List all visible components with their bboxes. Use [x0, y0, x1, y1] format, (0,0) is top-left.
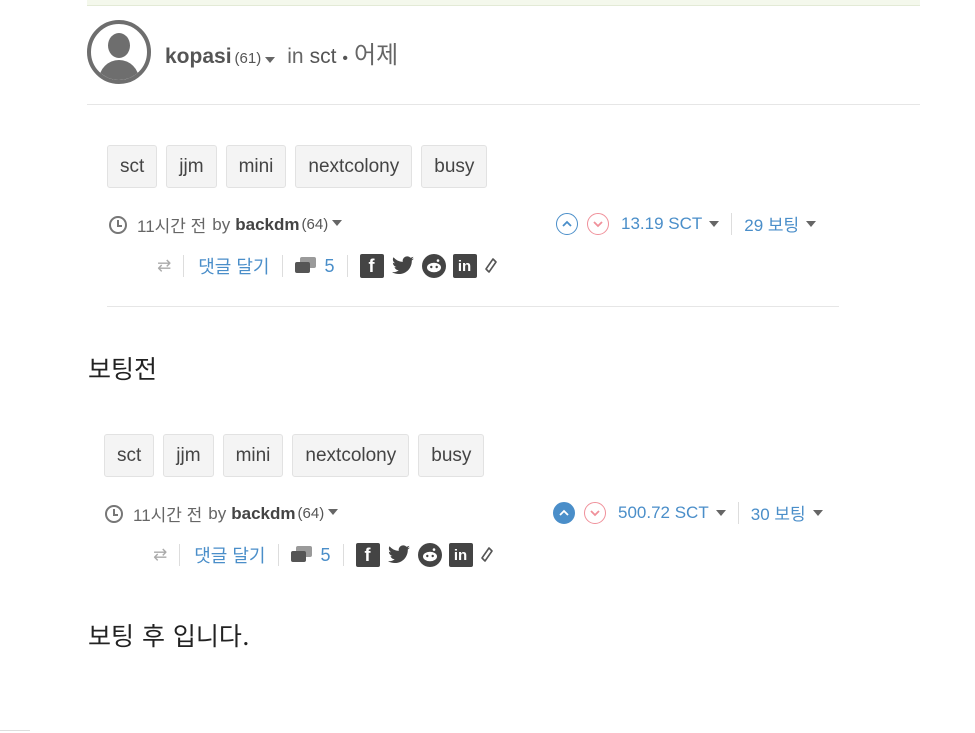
reblog-icon[interactable]: ⇄ [157, 256, 171, 276]
payout-value[interactable]: 500.72 SCT [618, 503, 709, 523]
votes-caret-icon[interactable] [806, 220, 817, 227]
post-author-caret-icon[interactable] [328, 509, 339, 515]
link-icon[interactable] [480, 545, 494, 565]
post-author-header: kopasi (61) in sct • 어제 [87, 20, 398, 84]
tag[interactable]: jjm [166, 145, 217, 188]
action-separator [346, 255, 348, 277]
payout-caret-icon[interactable] [715, 509, 726, 516]
post-meta: 11시간 전 by backdm (64) [109, 212, 348, 237]
action-separator [179, 544, 181, 566]
author-reputation: (61) [234, 49, 262, 67]
author-menu-caret-icon[interactable] [265, 56, 276, 63]
reddit-icon[interactable] [421, 254, 446, 278]
post-time: 어제 [354, 41, 399, 69]
clock-icon [109, 215, 127, 234]
action-separator [183, 255, 185, 277]
bottom-edge-mark [0, 730, 30, 731]
linkedin-icon[interactable]: in [448, 543, 473, 567]
tag[interactable]: busy [418, 434, 485, 477]
post-author-reputation: (64) [301, 216, 329, 233]
twitter-icon[interactable] [387, 545, 411, 565]
tag-list: sct jjm mini nextcolony busy [104, 434, 485, 477]
tag[interactable]: sct [104, 434, 155, 477]
reply-link[interactable]: 댓글 달기 [198, 253, 269, 279]
tag-list: sct jjm mini nextcolony busy [107, 145, 488, 188]
vote-separator [731, 212, 733, 235]
vote-separator [737, 501, 739, 524]
linkedin-icon[interactable]: in [452, 254, 477, 278]
tag[interactable]: mini [222, 434, 284, 477]
tag[interactable]: nextcolony [292, 434, 410, 477]
share-buttons: f in [355, 543, 494, 567]
comment-count[interactable]: 5 [325, 256, 335, 277]
in-label: in [287, 44, 304, 68]
vote-count[interactable]: 29 보팅 [744, 211, 799, 236]
clock-icon [105, 504, 123, 523]
post-actions: ⇄ 댓글 달기 5 f in [153, 542, 494, 568]
twitter-icon[interactable] [391, 256, 415, 276]
reblog-icon[interactable]: ⇄ [153, 545, 167, 565]
voting-controls: 13.19 SCT 29 보팅 [556, 211, 817, 236]
avatar-body [99, 60, 139, 80]
upvote-icon[interactable] [553, 501, 575, 524]
reply-link[interactable]: 댓글 달기 [194, 542, 265, 568]
action-separator [277, 544, 279, 566]
by-label: by [208, 503, 227, 523]
author-name[interactable]: kopasi [165, 45, 232, 69]
post-author-link[interactable]: backdm [235, 215, 299, 235]
post-author-reputation: (64) [297, 505, 325, 522]
avatar-head [108, 33, 130, 58]
facebook-icon[interactable]: f [359, 254, 384, 278]
vote-count[interactable]: 30 보팅 [751, 500, 806, 525]
post-time-ago: 11시간 전 [133, 506, 203, 525]
tag[interactable]: nextcolony [295, 145, 413, 188]
post-time-ago: 11시간 전 [137, 217, 207, 236]
facebook-icon[interactable]: f [355, 543, 380, 567]
reddit-icon[interactable] [417, 543, 442, 567]
post-author-link[interactable]: backdm [231, 504, 295, 524]
comments-icon[interactable] [294, 257, 317, 275]
share-buttons: f in [359, 254, 498, 278]
post-meta: 11시간 전 by backdm (64) [105, 501, 344, 526]
post-actions: ⇄ 댓글 달기 5 f in [157, 253, 498, 279]
payout-value[interactable]: 13.19 SCT [621, 214, 702, 234]
post-footer-after: sct jjm mini nextcolony busy [104, 434, 485, 477]
tag[interactable]: sct [107, 145, 158, 188]
payout-caret-icon[interactable] [709, 220, 720, 227]
caption-before-vote: 보팅전 [88, 355, 158, 384]
action-separator [342, 544, 344, 566]
downvote-icon[interactable] [587, 212, 609, 235]
community-link[interactable]: sct [310, 45, 337, 69]
tag[interactable]: busy [421, 145, 488, 188]
post-footer-before: sct jjm mini nextcolony busy [107, 145, 488, 188]
post-author-caret-icon[interactable] [332, 220, 343, 226]
comments-icon[interactable] [290, 546, 313, 564]
upvote-icon[interactable] [556, 212, 578, 235]
voting-controls: 500.72 SCT 30 보팅 [553, 500, 823, 525]
link-icon[interactable] [484, 256, 498, 276]
action-separator [281, 255, 283, 277]
bullet-separator: • [342, 49, 349, 67]
downvote-icon[interactable] [584, 501, 606, 524]
tag[interactable]: jjm [163, 434, 214, 477]
votes-caret-icon[interactable] [812, 509, 823, 516]
header-divider [87, 104, 920, 105]
card-divider [107, 306, 839, 307]
avatar[interactable] [87, 20, 151, 84]
previous-content-strip [87, 0, 920, 6]
comment-count[interactable]: 5 [321, 545, 331, 566]
by-label: by [212, 214, 231, 234]
caption-after-vote: 보팅 후 입니다. [88, 622, 250, 651]
tag[interactable]: mini [225, 145, 287, 188]
